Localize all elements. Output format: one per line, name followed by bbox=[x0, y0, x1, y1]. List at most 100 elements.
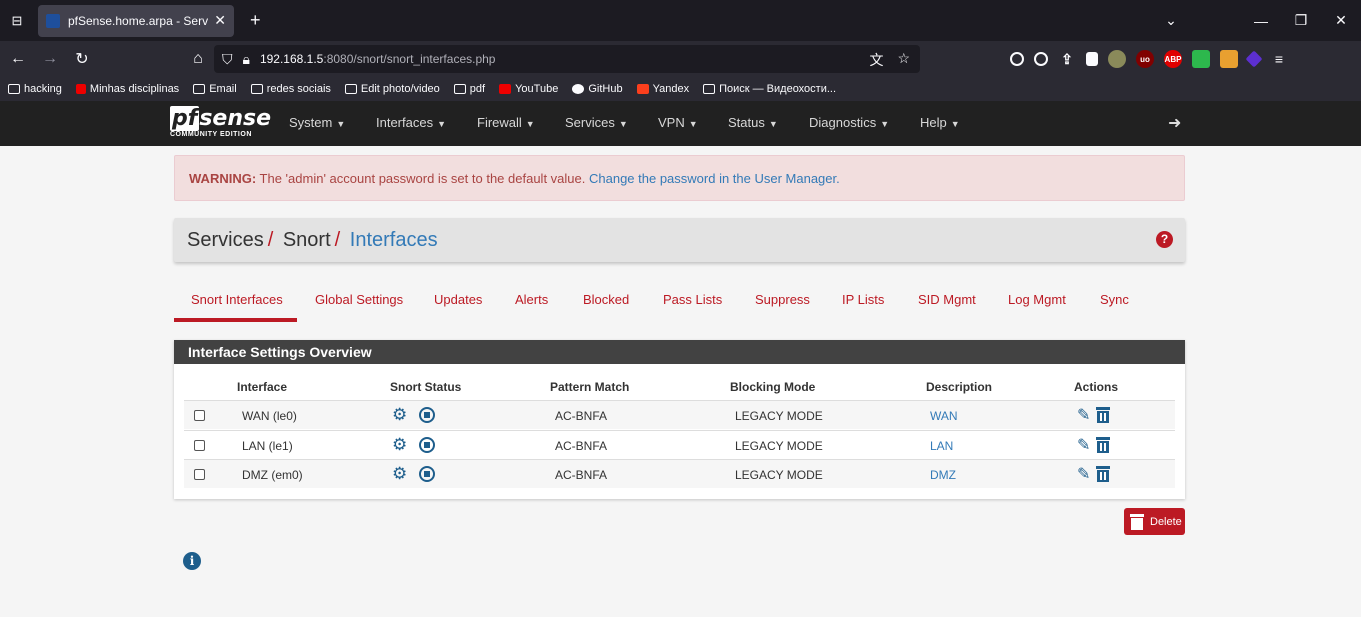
trash-icon[interactable] bbox=[1096, 407, 1110, 423]
diamond-extension-icon[interactable] bbox=[1245, 50, 1263, 68]
delete-button[interactable]: Delete bbox=[1124, 508, 1185, 535]
shield-extension-icon[interactable] bbox=[1192, 50, 1210, 68]
close-window-icon[interactable]: ✕ bbox=[1321, 12, 1361, 29]
ublock-icon[interactable]: uo bbox=[1136, 50, 1154, 68]
tab-log-mgmt[interactable]: Log Mgmt bbox=[1008, 292, 1066, 307]
info-icon[interactable]: i bbox=[183, 552, 201, 570]
url-bar[interactable]: ⛉ 🔒︎ 192.168.1.5:8080/snort/snort_interf… bbox=[214, 45, 920, 73]
tab-sync[interactable]: Sync bbox=[1100, 292, 1129, 307]
gear-icon[interactable]: ⚙ bbox=[392, 465, 407, 482]
shield-icon[interactable]: ⛉ bbox=[222, 51, 233, 68]
menu-help[interactable]: Help ▼ bbox=[920, 115, 960, 130]
bookmark-edit-photo-video[interactable]: Edit photo/video bbox=[344, 83, 440, 95]
breadcrumb-interfaces[interactable]: Interfaces bbox=[350, 229, 438, 251]
extension-icon[interactable] bbox=[1108, 50, 1126, 68]
tampermonkey-icon[interactable] bbox=[1220, 50, 1238, 68]
table-row: LAN (le1) ⚙ AC-BNFA LEGACY MODE LAN ✎ bbox=[184, 430, 1175, 459]
share-icon[interactable]: ⇪ bbox=[1058, 50, 1076, 68]
blocking-mode: LEGACY MODE bbox=[735, 439, 823, 453]
logout-icon[interactable]: ➜ bbox=[1168, 113, 1181, 133]
pfsense-header: pfsense COMMUNITY EDITION System ▼ Interf… bbox=[0, 101, 1361, 146]
change-password-link[interactable]: Change the password in the User Manager. bbox=[589, 171, 840, 186]
lock-icon[interactable]: 🔒︎ bbox=[243, 51, 250, 68]
menu-services[interactable]: Services ▼ bbox=[565, 115, 628, 130]
github-icon bbox=[572, 84, 585, 94]
chevron-down-icon[interactable]: ⌄ bbox=[1151, 12, 1191, 29]
bookmarks-bar: hacking Minhas disciplinas Email redes s… bbox=[0, 77, 1361, 101]
column-header-actions: Actions bbox=[1074, 380, 1119, 394]
trash-icon[interactable] bbox=[1096, 437, 1110, 453]
minimize-icon[interactable]: — bbox=[1241, 13, 1281, 29]
tab-list-icon[interactable]: ⊟ bbox=[0, 0, 34, 41]
description-link[interactable]: LAN bbox=[930, 439, 953, 453]
close-tab-icon[interactable]: ✕ bbox=[214, 12, 226, 29]
adblock-plus-icon[interactable]: ABP bbox=[1164, 50, 1182, 68]
bookmark-youtube[interactable]: YouTube bbox=[499, 83, 558, 95]
breadcrumb-services: Services bbox=[187, 229, 264, 251]
back-icon[interactable]: ← bbox=[4, 50, 32, 68]
pfsense-logo[interactable]: pfsense COMMUNITY EDITION bbox=[170, 106, 271, 138]
pocket-icon[interactable] bbox=[1010, 52, 1024, 66]
column-header-interface: Interface bbox=[237, 380, 288, 394]
tab-sid-mgmt[interactable]: SID Mgmt bbox=[918, 292, 976, 307]
row-checkbox[interactable] bbox=[194, 440, 205, 451]
breadcrumb: Services / Snort / Interfaces ? bbox=[174, 218, 1185, 262]
row-checkbox[interactable] bbox=[194, 410, 205, 421]
tab-blocked[interactable]: Blocked bbox=[583, 292, 629, 307]
stop-icon[interactable] bbox=[419, 466, 435, 482]
description-link[interactable]: WAN bbox=[930, 409, 958, 423]
bookmark-yandex[interactable]: Yandex bbox=[636, 83, 689, 95]
tab-ip-lists[interactable]: IP Lists bbox=[842, 292, 884, 307]
home-icon[interactable]: ⌂ bbox=[184, 50, 212, 68]
restore-icon[interactable]: ❐ bbox=[1281, 12, 1321, 29]
stop-icon[interactable] bbox=[419, 407, 435, 423]
forward-icon[interactable]: → bbox=[36, 50, 64, 68]
tab-updates[interactable]: Updates bbox=[434, 292, 482, 307]
help-icon[interactable]: ? bbox=[1156, 231, 1173, 248]
tab-alerts[interactable]: Alerts bbox=[515, 292, 548, 307]
tab-snort-interfaces[interactable]: Snort Interfaces bbox=[191, 292, 283, 307]
bitwarden-icon[interactable] bbox=[1086, 52, 1098, 66]
interface-settings-panel: Interface Settings Overview Interface Sn… bbox=[174, 340, 1185, 499]
history-icon[interactable] bbox=[1034, 52, 1048, 66]
bookmark-hacking[interactable]: hacking bbox=[8, 83, 62, 95]
tab-pass-lists[interactable]: Pass Lists bbox=[663, 292, 722, 307]
pattern-match: AC-BNFA bbox=[555, 439, 608, 453]
menu-vpn[interactable]: VPN ▼ bbox=[658, 115, 698, 130]
stop-icon[interactable] bbox=[419, 437, 435, 453]
menu-firewall[interactable]: Firewall ▼ bbox=[477, 115, 535, 130]
interface-name: LAN (le1) bbox=[242, 439, 293, 453]
tab-suppress[interactable]: Suppress bbox=[755, 292, 810, 307]
menu-system[interactable]: System ▼ bbox=[289, 115, 345, 130]
warning-alert: WARNING: The 'admin' account password is… bbox=[174, 155, 1185, 201]
reload-icon[interactable]: ↻ bbox=[68, 49, 96, 69]
gear-icon[interactable]: ⚙ bbox=[392, 406, 407, 423]
gear-icon[interactable]: ⚙ bbox=[392, 436, 407, 453]
menu-interfaces[interactable]: Interfaces ▼ bbox=[376, 115, 446, 130]
column-header-blocking-mode: Blocking Mode bbox=[730, 380, 816, 394]
bookmark-github[interactable]: GitHub bbox=[572, 83, 623, 95]
new-tab-icon[interactable]: + bbox=[250, 10, 261, 31]
tab-global-settings[interactable]: Global Settings bbox=[315, 292, 403, 307]
bookmark-star-icon[interactable]: ☆ bbox=[897, 50, 910, 70]
pencil-icon[interactable]: ✎ bbox=[1077, 464, 1090, 484]
trash-icon[interactable] bbox=[1096, 466, 1110, 482]
pencil-icon[interactable]: ✎ bbox=[1077, 435, 1090, 455]
pattern-match: AC-BNFA bbox=[555, 468, 608, 482]
bookmark-redes-sociais[interactable]: redes sociais bbox=[250, 83, 331, 95]
browser-nav-bar: ← → ↻ ⌂ ⛉ 🔒︎ 192.168.1.5:8080/snort/snor… bbox=[0, 41, 1361, 77]
bookmark-email[interactable]: Email bbox=[193, 83, 237, 95]
menu-icon[interactable]: ≡ bbox=[1270, 50, 1288, 68]
menu-diagnostics[interactable]: Diagnostics ▼ bbox=[809, 115, 889, 130]
bookmark-minhas-disciplinas[interactable]: Minhas disciplinas bbox=[75, 83, 179, 95]
bookmark-video-search[interactable]: Поиск — Видеохости... bbox=[703, 83, 836, 95]
menu-status[interactable]: Status ▼ bbox=[728, 115, 778, 130]
pencil-icon[interactable]: ✎ bbox=[1077, 405, 1090, 425]
interface-name: DMZ (em0) bbox=[242, 468, 303, 482]
interface-name: WAN (le0) bbox=[242, 409, 297, 423]
bookmark-pdf[interactable]: pdf bbox=[453, 83, 485, 95]
description-link[interactable]: DMZ bbox=[930, 468, 956, 482]
translate-icon[interactable]: 文 bbox=[869, 50, 883, 70]
browser-tab[interactable]: pfSense.home.arpa - Services: S ✕ bbox=[38, 4, 234, 37]
row-checkbox[interactable] bbox=[194, 469, 205, 480]
